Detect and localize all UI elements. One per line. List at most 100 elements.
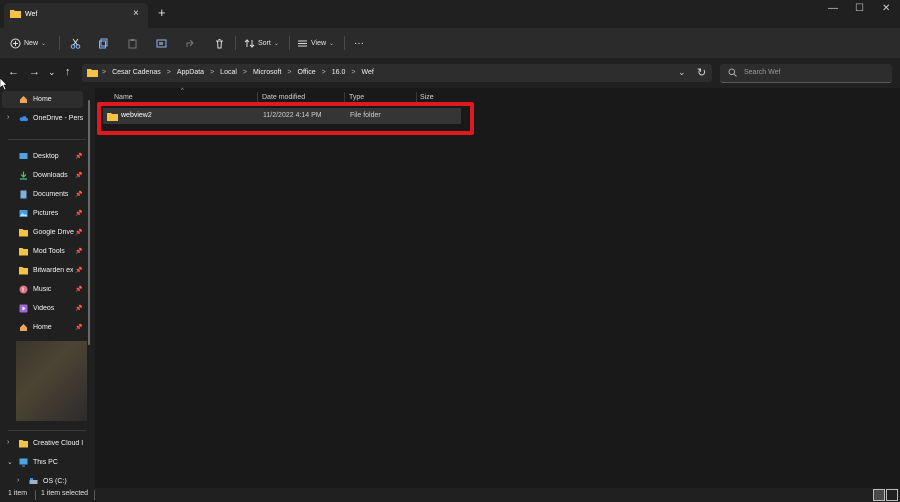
rename-button[interactable] [156,35,167,51]
column-header-name[interactable]: Name [114,94,133,101]
breadcrumb-item[interactable]: 16.0 [332,69,346,76]
scissors-icon [70,38,81,49]
sidebar-item-label: Music [33,286,52,293]
toolbar-divider [59,36,60,50]
column-header-size[interactable]: Size [420,94,434,101]
sidebar-item-this-pc[interactable]: ⌄ This PC [0,454,90,471]
more-options-button[interactable]: ··· [354,35,364,51]
toolbar-divider [289,36,290,50]
pin-icon: 📌 [75,211,83,217]
forward-button[interactable]: → [29,66,40,78]
new-tab-button[interactable]: + [158,5,166,20]
sidebar-item-home-pinned[interactable]: Home 📌 [0,319,90,336]
sidebar-item-downloads[interactable]: Downloads 📌 [0,167,90,184]
breadcrumb-item[interactable]: Cesar Cadenas [112,69,161,76]
refresh-button[interactable]: ↻ [697,66,706,79]
new-button[interactable]: New ⌄ [10,35,46,51]
paste-button[interactable] [127,35,138,51]
breadcrumb-item[interactable]: Office [298,69,316,76]
expand-icon[interactable]: › [17,477,19,484]
home-icon [20,96,27,103]
view-icon [298,40,307,46]
column-header-type[interactable]: Type [349,94,364,101]
folder-icon [19,267,28,275]
sidebar-item-label: Bitwarden ex [33,267,74,274]
address-dropdown-icon[interactable]: ⌄ [678,67,686,78]
folder-icon [10,10,21,18]
search-placeholder: Search Wef [744,69,781,76]
breadcrumb-item[interactable]: Wef [361,69,373,76]
breadcrumb-item[interactable]: Microsoft [253,69,281,76]
sidebar-item-music[interactable]: Music 📌 [0,281,90,298]
breadcrumb-item[interactable]: AppData [177,69,204,76]
cut-button[interactable] [70,35,81,51]
mouse-cursor-icon [0,78,8,90]
chevron-down-icon: ⌄ [329,40,335,47]
collapse-icon[interactable]: ⌄ [7,458,13,466]
delete-button[interactable] [214,35,225,51]
status-divider [35,490,36,500]
breadcrumb-separator: > [287,69,292,76]
sidebar-item-bitwarden[interactable]: Bitwarden ex 📌 [0,262,90,279]
copy-icon [99,38,108,48]
back-button[interactable]: ← [8,66,19,78]
tiles-view-button[interactable] [886,489,898,501]
tab-wef[interactable]: Wef × [4,3,148,28]
pin-icon: 📌 [75,268,83,274]
sidebar-item-label: Videos [33,305,55,312]
details-view-button[interactable] [873,489,885,501]
clipboard-icon [128,38,137,48]
sidebar-item-creative-cloud[interactable]: › Creative Cloud I [0,435,90,452]
pin-icon: 📌 [75,173,83,179]
minimize-button[interactable]: — [828,3,838,14]
search-input[interactable]: Search Wef [720,64,892,83]
sidebar-scrollbar[interactable] [88,100,90,345]
rename-icon [156,39,167,47]
share-icon [186,39,194,47]
computer-icon [19,458,28,467]
sidebar-item-desktop[interactable]: Desktop 📌 [0,148,90,165]
address-bar[interactable]: > Cesar Cadenas > AppData > Local > Micr… [82,64,712,82]
toolbar-divider [344,36,345,50]
recent-locations-button[interactable]: ⌄ [48,67,56,78]
sidebar-item-label: Downloads [33,172,68,179]
breadcrumb-item[interactable]: Local [220,69,237,76]
sort-button[interactable]: Sort ⌄ [244,35,279,51]
sidebar-item-label: Documents [33,191,69,198]
share-button[interactable] [185,35,196,51]
video-icon [19,304,28,313]
music-icon [19,285,28,294]
sidebar-item-home[interactable]: Home [2,91,83,108]
column-header-date[interactable]: Date modified [262,94,305,101]
close-window-button[interactable]: ✕ [882,3,890,14]
sort-indicator-icon: ^ [181,88,184,94]
breadcrumb-separator: > [102,69,107,76]
sidebar-divider [8,139,86,140]
sidebar-item-documents[interactable]: Documents 📌 [0,186,90,203]
pictures-icon [19,210,28,217]
toolbar-divider [235,36,236,50]
sidebar-item-pictures[interactable]: Pictures 📌 [0,205,90,222]
chevron-down-icon: ⌄ [273,40,279,47]
download-icon [20,171,27,180]
pin-icon: 📌 [75,287,83,293]
view-button[interactable]: View ⌄ [297,35,334,51]
sidebar-item-label: OS (C:) [43,478,67,485]
sidebar-item-videos[interactable]: Videos 📌 [0,300,90,317]
tab-title: Wef [25,11,38,18]
chevron-down-icon: ⌄ [41,40,47,47]
tab-close-icon[interactable]: × [133,8,139,19]
breadcrumb-separator: > [351,69,356,76]
sidebar-item-onedrive[interactable]: › OneDrive - Pers [0,110,90,127]
expand-icon[interactable]: › [7,439,9,446]
up-button[interactable]: ↑ [65,66,71,78]
maximize-button[interactable]: ☐ [855,3,864,14]
sidebar-item-google-drive[interactable]: Google Drive 📌 [0,224,90,241]
folder-icon [19,440,28,448]
sidebar-item-mod-tools[interactable]: Mod Tools 📌 [0,243,90,260]
folder-icon [19,248,28,256]
copy-button[interactable] [98,35,109,51]
pin-icon: 📌 [75,154,83,160]
file-list: ^ Name Date modified Type Size webview2 … [95,88,900,488]
expand-icon[interactable]: › [7,114,9,121]
